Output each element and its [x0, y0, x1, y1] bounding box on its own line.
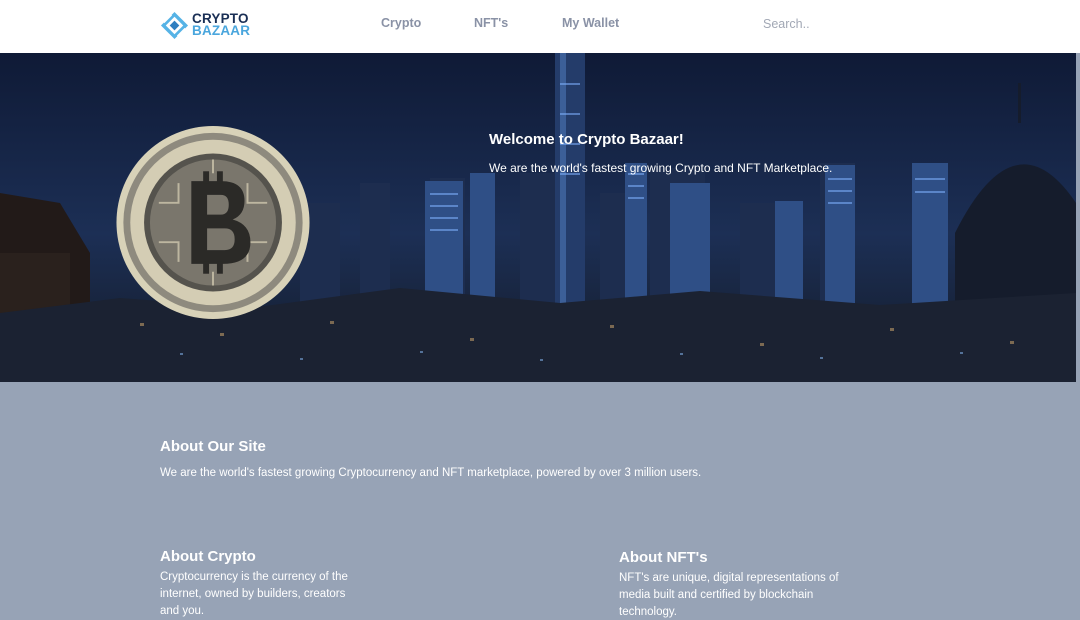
nav-link-nfts[interactable]: NFT's: [474, 16, 508, 30]
hero-subtitle: We are the world's fastest growing Crypt…: [489, 161, 833, 175]
about-site-title: About Our Site: [160, 438, 266, 455]
nav-link-my-wallet[interactable]: My Wallet: [562, 16, 619, 30]
about-crypto-text: Cryptocurrency is the currency of the in…: [160, 571, 348, 617]
hero-title: Welcome to Crypto Bazaar!: [489, 131, 684, 148]
search-input[interactable]: [763, 13, 933, 35]
hero-banner: Welcome to Crypto Bazaar! We are the wor…: [0, 53, 1076, 382]
navbar: CRYPTO BAZAAR Crypto NFT's My Wallet: [0, 0, 1080, 53]
site-logo[interactable]: CRYPTO BAZAAR: [160, 10, 260, 40]
diamond-logo-icon: [160, 11, 189, 39]
logo-text-bazaar: BAZAAR: [192, 23, 251, 38]
about-crypto-title: About Crypto: [160, 548, 256, 565]
about-nft-text: NFT's are unique, digital representation…: [619, 572, 839, 618]
about-site-text: We are the world's fastest growing Crypt…: [160, 467, 702, 479]
bitcoin-coin-icon: [116, 125, 310, 320]
about-nft-title: About NFT's: [619, 549, 708, 566]
logo-text: CRYPTO BAZAAR: [192, 12, 251, 38]
nav-link-crypto[interactable]: Crypto: [381, 16, 421, 30]
